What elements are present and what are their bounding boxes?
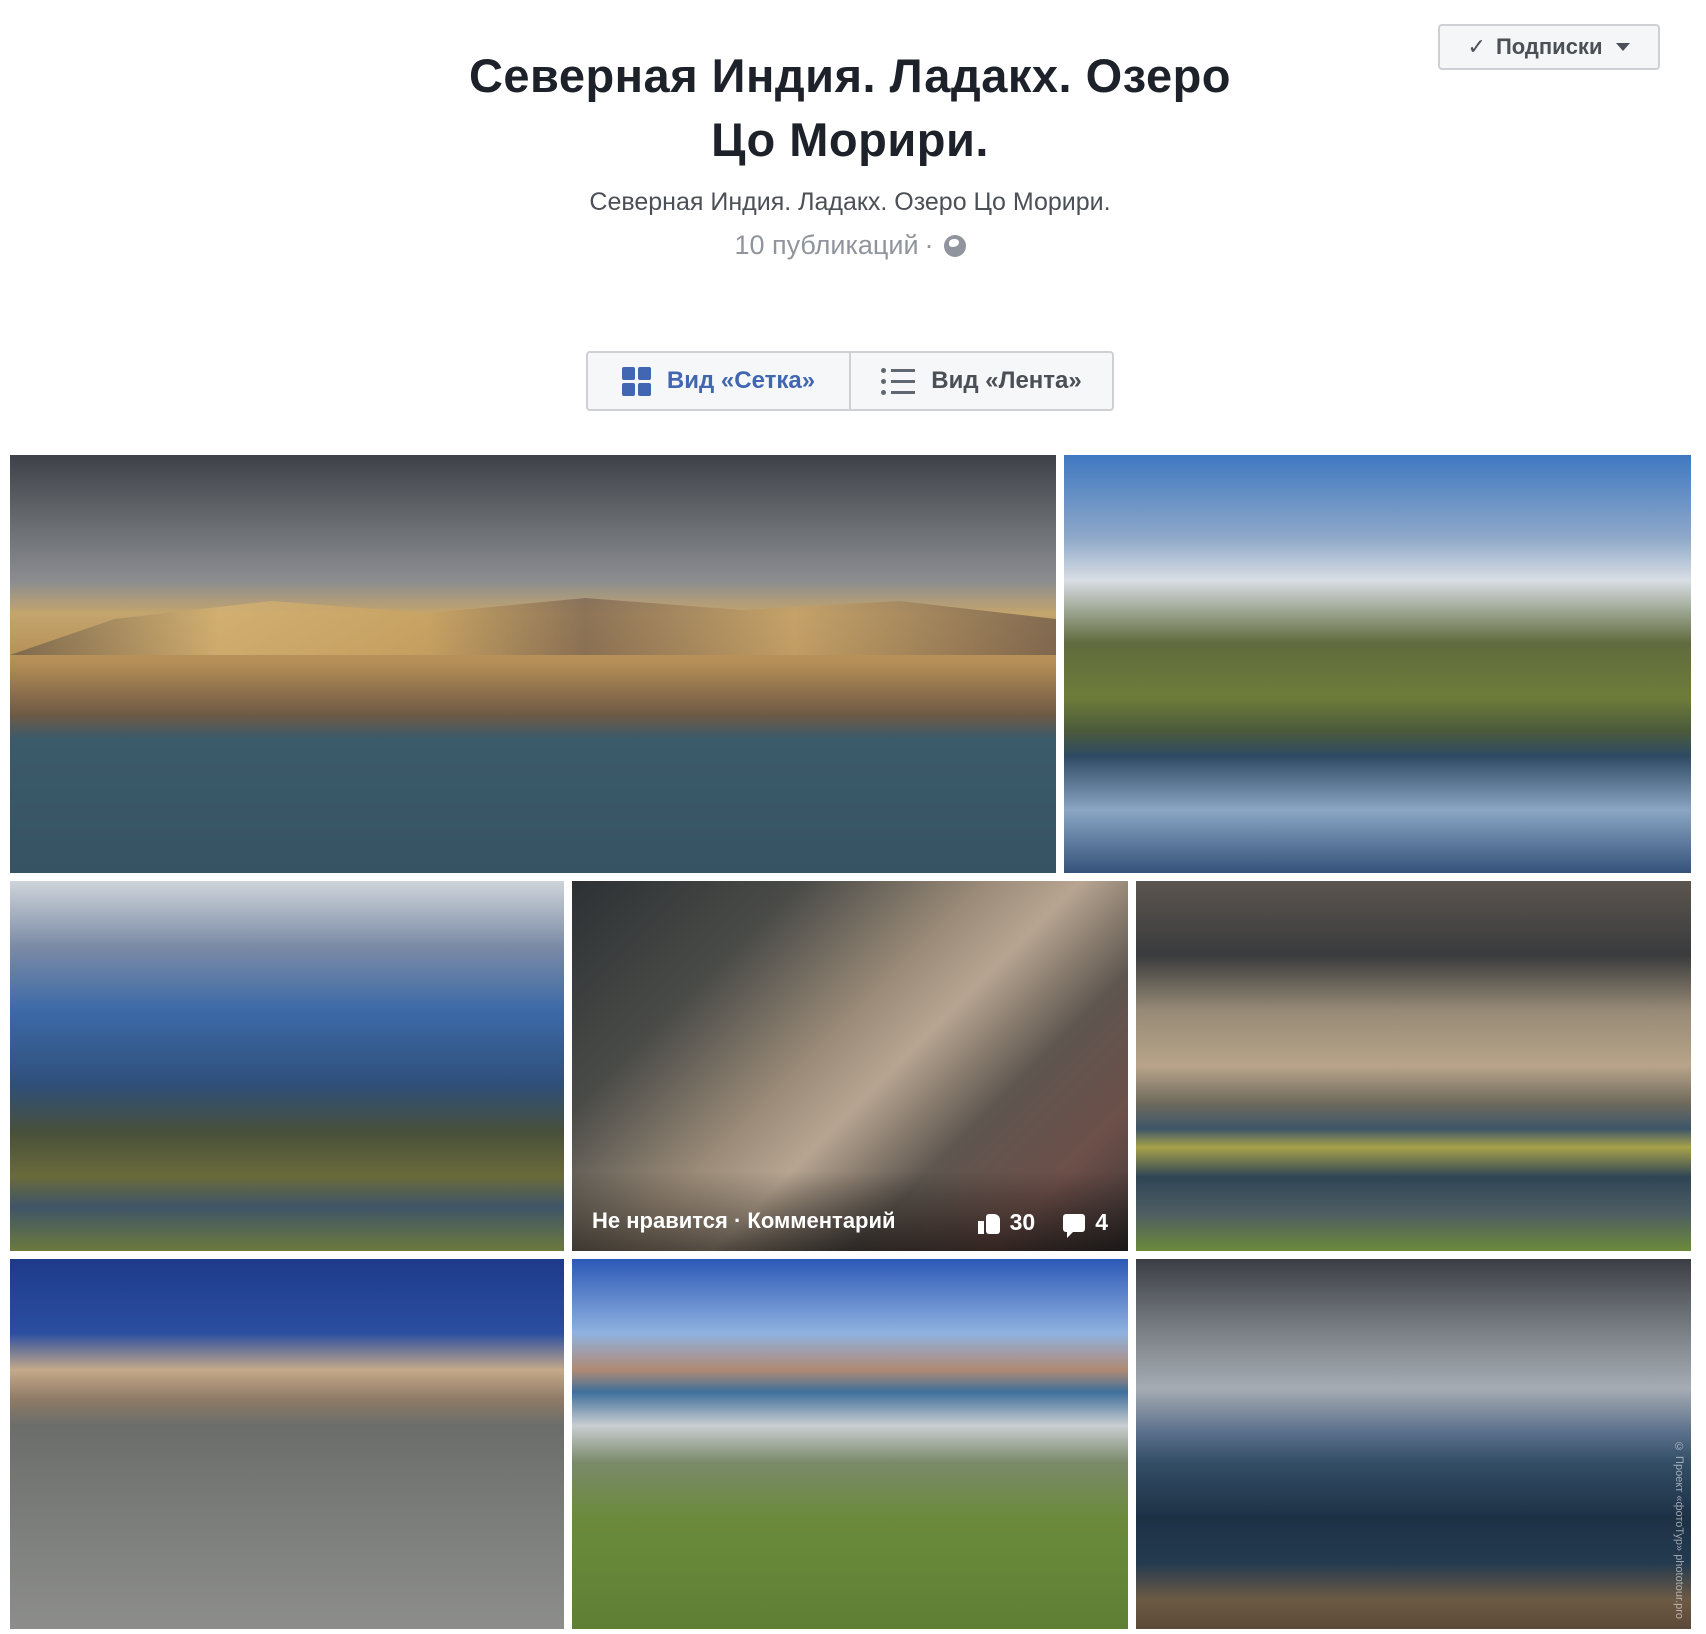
- feed-view-button[interactable]: Вид «Лента»: [849, 353, 1112, 409]
- view-toggle: Вид «Сетка» Вид «Лента»: [586, 351, 1114, 411]
- feed-view-label: Вид «Лента»: [931, 367, 1082, 394]
- photo-1[interactable]: [10, 455, 1056, 873]
- likes-count[interactable]: 30: [1010, 1209, 1036, 1236]
- photo-5[interactable]: [1136, 881, 1691, 1251]
- comment-link[interactable]: Комментарий: [747, 1208, 895, 1233]
- album-title: Северная Индия. Ладакх. Озеро Цо Морири.: [400, 44, 1300, 172]
- album-title-line-1: Северная Индия. Ладакх. Озеро: [468, 49, 1232, 102]
- grid-icon: [621, 366, 651, 396]
- photo-6[interactable]: [10, 1259, 564, 1629]
- photo-4[interactable]: Не нравится · Комментарий 30 4: [572, 881, 1128, 1251]
- grid-view-button[interactable]: Вид «Сетка»: [588, 353, 849, 409]
- subscriptions-label: Подписки: [1495, 34, 1603, 59]
- globe-icon[interactable]: [943, 234, 966, 257]
- album-meta: 10 публикаций ·: [350, 230, 1350, 261]
- comments-count[interactable]: 4: [1095, 1209, 1108, 1236]
- publications-count: 10 публикаций: [734, 230, 919, 260]
- album-description: Северная Индия. Ладакх. Озеро Цо Морири.: [589, 188, 1111, 216]
- photo-7[interactable]: [572, 1259, 1128, 1629]
- meta-separator: ·: [924, 230, 934, 260]
- like-icon: [977, 1212, 1000, 1234]
- caret-down-icon: [1616, 43, 1631, 51]
- grid-view-label: Вид «Сетка»: [666, 367, 816, 394]
- unlike-link[interactable]: Не нравится: [592, 1208, 728, 1233]
- check-icon: ✓: [1467, 34, 1486, 59]
- list-icon: [881, 367, 916, 395]
- album-page: ✓ Подписки Северная Индия. Ладакх. Озеро…: [0, 0, 1706, 1634]
- actions-separator: ·: [733, 1208, 742, 1233]
- album-title-line-2: Цо Морири.: [711, 113, 989, 166]
- photo-actions: Не нравится · Комментарий: [592, 1208, 896, 1234]
- subscriptions-button[interactable]: ✓ Подписки: [1438, 24, 1660, 70]
- comment-icon: [1063, 1213, 1086, 1238]
- photo-stats: 30 4: [977, 1209, 1108, 1238]
- photo-2[interactable]: [1064, 455, 1691, 873]
- photo-8[interactable]: © Проект «фотоТур» phototour.pro: [1136, 1259, 1691, 1629]
- photo-3[interactable]: [10, 881, 564, 1251]
- watermark: © Проект «фотоТур» phototour.pro: [1673, 1440, 1685, 1619]
